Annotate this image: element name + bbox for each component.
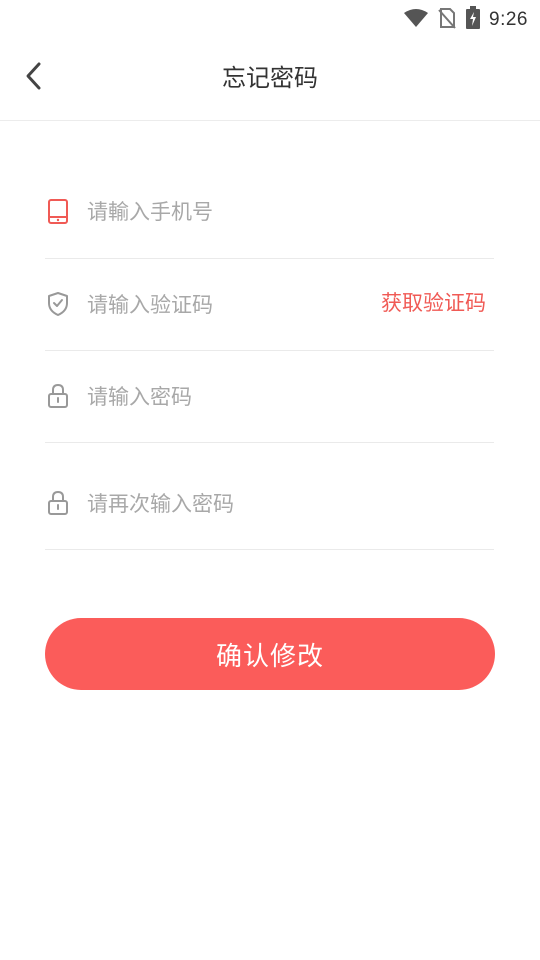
header: 忘记密码 [0, 36, 540, 121]
confirm-change-label: 确认修改 [215, 641, 324, 672]
code-input[interactable] [87, 288, 387, 322]
shield-check-icon [45, 291, 71, 317]
status-icons: 9:26 [403, 6, 528, 34]
page-title: 忘记密码 [222, 64, 318, 92]
confirm-password-input[interactable] [87, 487, 387, 521]
wifi-icon [403, 8, 429, 32]
confirm-password-field [45, 442, 494, 550]
lock-icon [45, 383, 71, 409]
lock-icon [45, 490, 71, 516]
get-code-button[interactable]: 获取验证码 [381, 286, 486, 320]
code-field: 获取验证码 [45, 258, 494, 351]
battery-charging-icon [465, 6, 481, 34]
status-time: 9:26 [489, 9, 528, 30]
phone-field [45, 165, 494, 259]
status-bar: 9:26 [0, 0, 540, 36]
no-sim-icon [437, 7, 457, 33]
confirm-change-button[interactable]: 确认修改 [45, 618, 495, 690]
password-field [45, 350, 494, 443]
password-input[interactable] [87, 380, 387, 414]
phone-icon [45, 199, 71, 225]
phone-input[interactable] [87, 195, 387, 229]
